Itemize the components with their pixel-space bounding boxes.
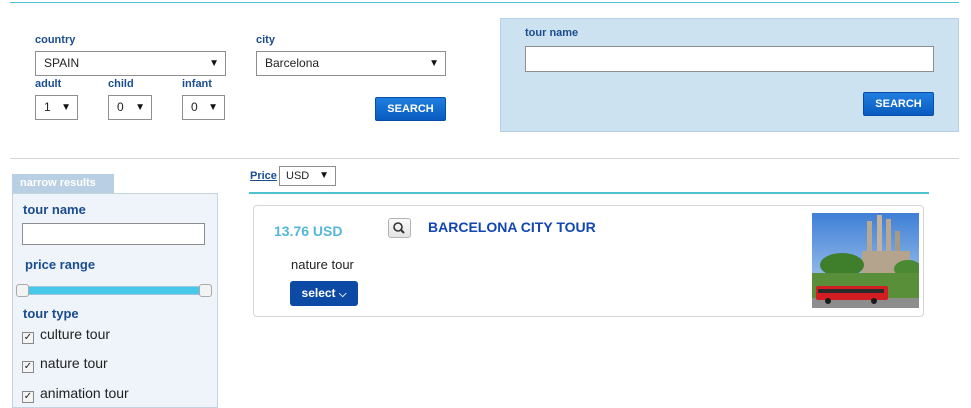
chevron-down-icon: ⌵ bbox=[338, 289, 347, 300]
tour-type-option[interactable]: ✓ animation tour bbox=[22, 385, 129, 403]
tour-search-button[interactable]: SEARCH bbox=[863, 92, 934, 116]
country-value: SPAIN bbox=[44, 56, 80, 70]
dropdown-arrow-icon: ▼ bbox=[319, 170, 329, 181]
city-select[interactable]: Barcelona ▼ bbox=[256, 51, 446, 76]
adult-value: 1 bbox=[44, 100, 51, 114]
select-button-label: select bbox=[301, 286, 336, 300]
price-range-track[interactable] bbox=[17, 286, 212, 295]
child-value: 0 bbox=[117, 100, 124, 114]
price-sort-link[interactable]: Price bbox=[250, 170, 277, 182]
adult-select[interactable]: 1 ▼ bbox=[35, 95, 78, 120]
search-icon bbox=[393, 222, 405, 234]
narrow-results-tab: narrow results bbox=[12, 174, 114, 193]
select-button[interactable]: select ⌵ bbox=[290, 281, 358, 306]
tour-price: 13.76 USD bbox=[274, 223, 343, 239]
infant-label: infant bbox=[182, 78, 212, 90]
checkbox-checked-icon[interactable]: ✓ bbox=[22, 361, 34, 373]
tour-name-label: tour name bbox=[525, 27, 579, 39]
tour-title-link[interactable]: BARCELONA CITY TOUR bbox=[428, 219, 596, 235]
tour-type-option[interactable]: ✓ culture tour bbox=[22, 326, 110, 344]
infant-value: 0 bbox=[191, 100, 198, 114]
tour-name-input[interactable] bbox=[525, 46, 934, 72]
tour-type-text: nature tour bbox=[291, 257, 354, 272]
tour-type-option-label: culture tour bbox=[40, 326, 111, 342]
adult-label: adult bbox=[35, 78, 62, 90]
tour-type-option-label: nature tour bbox=[40, 355, 108, 371]
section-divider bbox=[10, 158, 959, 159]
city-label: city bbox=[256, 34, 275, 46]
filter-tour-name-label: tour name bbox=[23, 202, 86, 217]
tour-type-label: tour type bbox=[23, 306, 79, 321]
quick-view-button[interactable] bbox=[388, 218, 411, 238]
checkbox-checked-icon[interactable]: ✓ bbox=[22, 391, 34, 403]
country-select[interactable]: SPAIN ▼ bbox=[35, 51, 226, 76]
tour-thumbnail-image[interactable] bbox=[812, 213, 919, 308]
price-range-min-handle[interactable] bbox=[16, 284, 29, 297]
price-range-label: price range bbox=[25, 257, 96, 272]
child-label: child bbox=[108, 78, 134, 90]
results-divider bbox=[249, 192, 929, 194]
country-label: country bbox=[35, 34, 76, 46]
tour-type-option-label: animation tour bbox=[40, 385, 129, 401]
city-value: Barcelona bbox=[265, 56, 320, 70]
dropdown-arrow-icon: ▼ bbox=[61, 102, 71, 113]
currency-select[interactable]: USD ▼ bbox=[279, 166, 336, 186]
tour-type-option[interactable]: ✓ nature tour bbox=[22, 355, 108, 373]
filter-tour-name-input[interactable] bbox=[22, 223, 205, 245]
search-button[interactable]: SEARCH bbox=[375, 97, 446, 121]
checkbox-checked-icon[interactable]: ✓ bbox=[22, 332, 34, 344]
dropdown-arrow-icon: ▼ bbox=[135, 102, 145, 113]
top-divider bbox=[10, 2, 959, 3]
dropdown-arrow-icon: ▼ bbox=[208, 102, 218, 113]
child-select[interactable]: 0 ▼ bbox=[108, 95, 152, 120]
dropdown-arrow-icon: ▼ bbox=[209, 58, 219, 69]
infant-select[interactable]: 0 ▼ bbox=[182, 95, 225, 120]
dropdown-arrow-icon: ▼ bbox=[429, 58, 439, 69]
currency-value: USD bbox=[286, 170, 310, 182]
price-range-max-handle[interactable] bbox=[199, 284, 212, 297]
